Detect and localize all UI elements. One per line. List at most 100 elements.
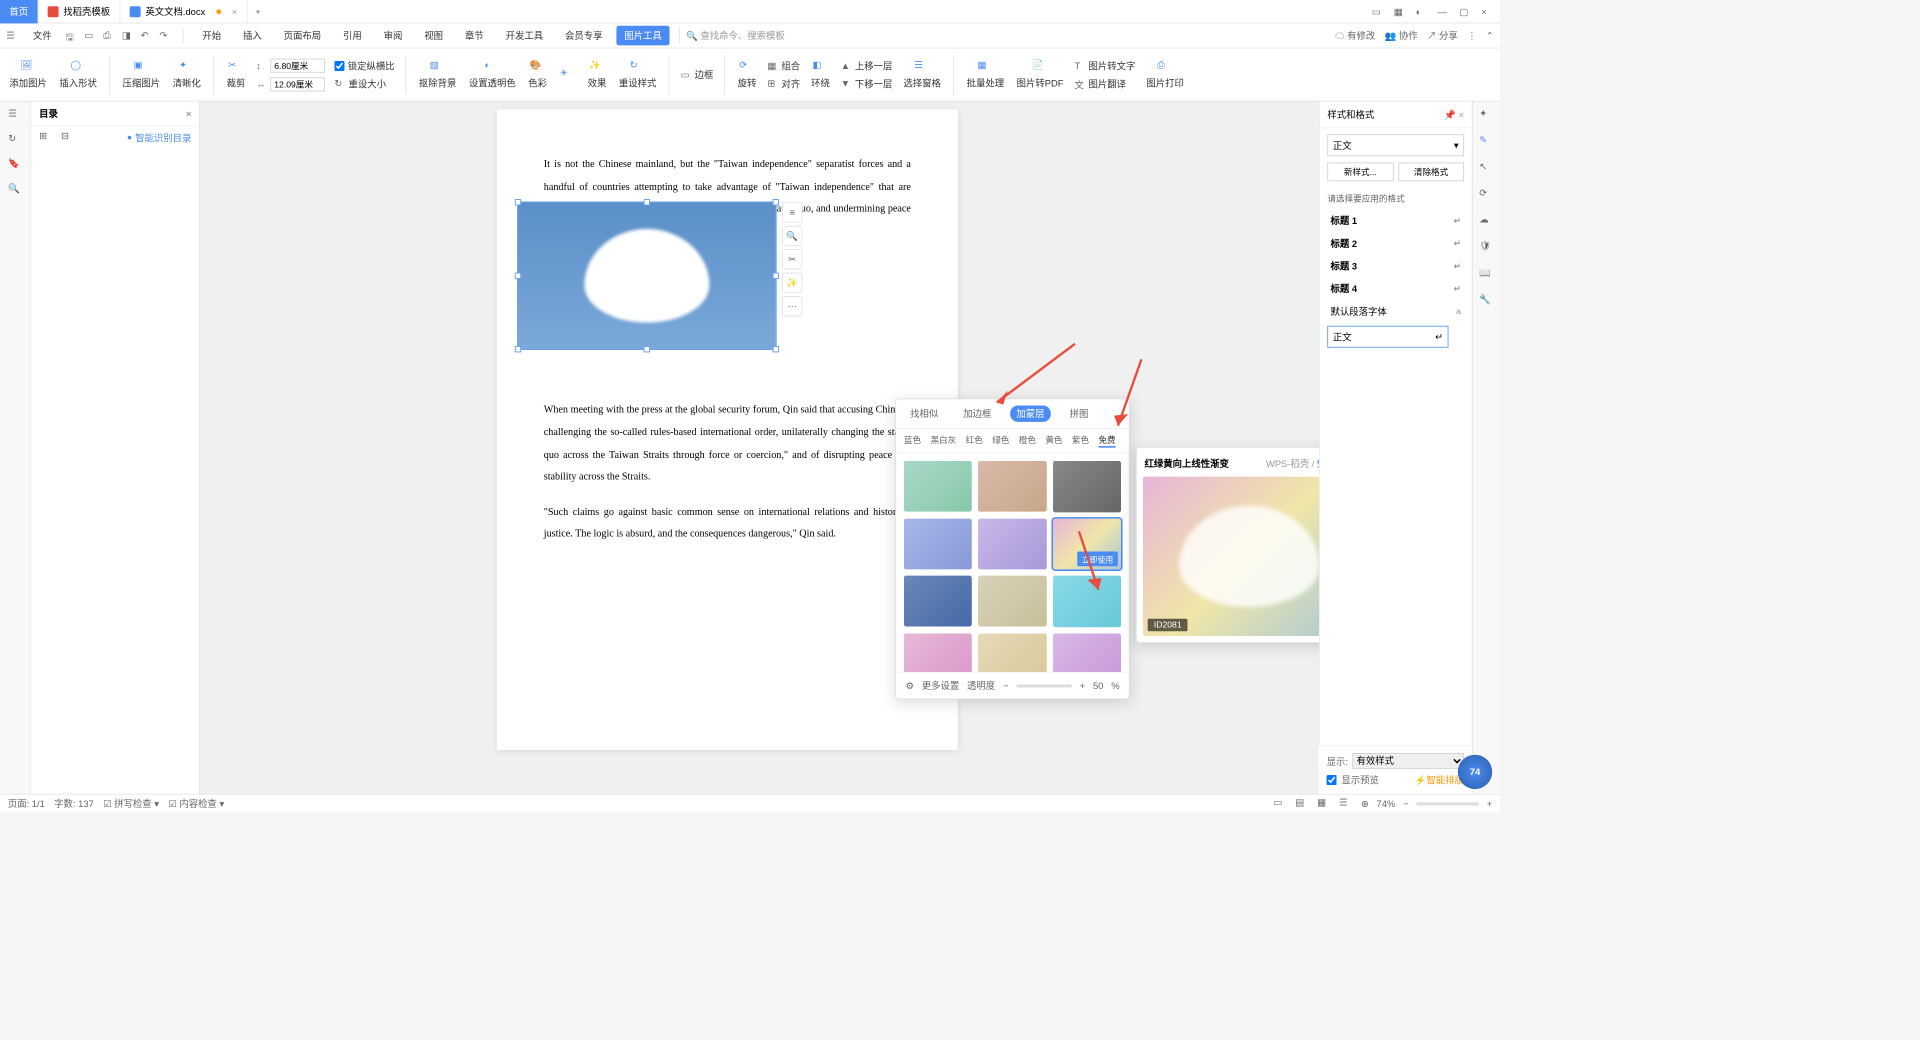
height-input[interactable] [270, 77, 325, 91]
mask-thumb[interactable] [978, 576, 1046, 627]
batch-button[interactable]: ▦批量处理 [963, 58, 1007, 92]
expand-icon[interactable]: ⊞ [39, 130, 53, 144]
tab-collage[interactable]: 拼图 [1063, 405, 1094, 421]
search-command[interactable]: 🔍 查找命令、搜索模板 [679, 27, 791, 43]
track-changes[interactable]: ☁ 有修改 [1335, 29, 1375, 42]
tab-template[interactable]: 找稻壳模板 [38, 0, 120, 23]
selected-image[interactable]: ≡ 🔍 ✂ ✨ ⋯ [517, 202, 776, 350]
tools-icon[interactable]: 🔧 [1479, 294, 1493, 308]
print-icon[interactable]: ⎙ [103, 29, 116, 42]
smart-outline[interactable]: ● 智能识别目录 [127, 131, 192, 144]
tab-similar[interactable]: 找相似 [904, 405, 945, 421]
pin-icon[interactable]: 📌 × [1444, 109, 1464, 120]
color-free[interactable]: 免费 [1098, 434, 1115, 448]
collapse-icon[interactable]: ⌃ [1486, 30, 1494, 41]
menu-review[interactable]: 审阅 [376, 26, 410, 46]
maximize-icon[interactable]: ▢ [1459, 6, 1470, 17]
color-bw[interactable]: 黑白灰 [930, 434, 956, 448]
smart-layout[interactable]: ⚡智能排版 [1415, 773, 1464, 786]
paragraph[interactable]: "Such claims go against basic common sen… [544, 501, 911, 546]
align-button[interactable]: ⊞对齐 [766, 75, 802, 91]
cursor-icon[interactable]: ↖ [1479, 161, 1493, 175]
clarity-button[interactable]: ✦清晰化 [170, 58, 204, 92]
content-check[interactable]: ☑ 内容检查 ▾ [168, 797, 224, 810]
brightness-button[interactable]: ☀ [556, 65, 578, 84]
lock-ratio[interactable]: 锁定纵横比 [333, 57, 396, 73]
outline-mode-icon[interactable]: ☰ [1339, 796, 1353, 810]
menu-ref[interactable]: 引用 [335, 26, 369, 46]
style-h4[interactable]: 标题 4↵ [1327, 277, 1464, 300]
menu-start[interactable]: 开始 [195, 26, 229, 46]
style-h2[interactable]: 标题 2↵ [1327, 232, 1464, 255]
color-button[interactable]: 🎨色彩 [525, 58, 550, 92]
bookmark-icon[interactable]: 🔖 [8, 158, 22, 172]
style-float-icon[interactable]: ✨ [782, 273, 802, 293]
effects-button[interactable]: ✨效果 [584, 58, 609, 92]
clear-format-button[interactable]: 清除格式 [1398, 163, 1464, 182]
pic-translate[interactable]: 文图片翻译 [1073, 75, 1137, 91]
remove-bg-button[interactable]: ▧抠除背景 [416, 58, 460, 92]
menu-section[interactable]: 章节 [457, 26, 491, 46]
show-filter-select[interactable]: 有效样式 [1353, 753, 1464, 769]
speed-badge[interactable]: 74 [1458, 755, 1492, 789]
page-indicator[interactable]: 页面: 1/1 [8, 797, 45, 810]
mask-thumb[interactable] [904, 461, 972, 512]
insert-shape-button[interactable]: ◯插入形状 [56, 58, 100, 92]
color-red[interactable]: 红色 [966, 434, 983, 448]
mask-thumb[interactable] [1053, 633, 1121, 672]
style-default-font[interactable]: 默认段落字体a [1327, 300, 1464, 323]
mask-thumb-selected[interactable]: 立即使用 [1053, 518, 1121, 569]
compress-button[interactable]: ▣压缩图片 [120, 58, 164, 92]
zoom-out-icon[interactable]: − [1403, 798, 1408, 809]
search-icon[interactable]: 🔍 [8, 183, 22, 197]
bring-forward[interactable]: ▲上移一层 [839, 57, 894, 73]
zoom-icon[interactable]: 🔍 [782, 226, 802, 246]
color-purple[interactable]: 紫色 [1072, 434, 1089, 448]
grid-icon[interactable]: ▦ [1394, 6, 1405, 17]
zoom-in-icon[interactable]: + [1487, 798, 1492, 809]
border-button[interactable]: ▭边框 [679, 66, 715, 82]
fit-icon[interactable]: ⊕ [1361, 798, 1369, 809]
selection-pane[interactable]: ☰选择窗格 [900, 58, 944, 92]
sync-icon[interactable]: ⟳ [1479, 188, 1493, 202]
layout-icon[interactable]: ▭ [1372, 6, 1383, 17]
mask-thumb[interactable] [978, 633, 1046, 672]
read-mode-icon[interactable]: ▤ [1295, 796, 1309, 810]
minimize-icon[interactable]: — [1438, 6, 1449, 17]
tab-mask[interactable]: 加蒙层 [1010, 405, 1051, 421]
menu-dev[interactable]: 开发工具 [498, 26, 551, 46]
gear-icon[interactable]: ⚙ [905, 680, 913, 691]
new-icon[interactable]: ▭ [84, 29, 97, 42]
close-icon[interactable]: × [232, 6, 237, 17]
redo-icon[interactable]: ↷ [159, 29, 172, 42]
word-count[interactable]: 字数: 137 [54, 797, 94, 810]
color-orange[interactable]: 橙色 [1019, 434, 1036, 448]
user-icon[interactable]: ◐ [1416, 6, 1427, 17]
shield-icon[interactable]: 🛡 [1479, 241, 1493, 255]
new-style-button[interactable]: 新样式... [1327, 163, 1393, 182]
zoom-level[interactable]: 74% [1377, 798, 1396, 809]
cloud-icon[interactable]: ☁ [1479, 214, 1493, 228]
reset-size[interactable]: ↻重设大小 [333, 75, 396, 91]
color-blue[interactable]: 蓝色 [904, 434, 921, 448]
rotate-button[interactable]: ⟳旋转 [735, 58, 760, 92]
save-icon[interactable]: 🖫 [66, 29, 79, 42]
crop-button[interactable]: ✂裁剪 [223, 58, 248, 92]
tab-home[interactable]: 首页 [0, 0, 38, 23]
more-float-icon[interactable]: ⋯ [782, 296, 802, 316]
tab-border[interactable]: 加边框 [957, 405, 998, 421]
style-body-select[interactable]: 正文↵ [1327, 326, 1448, 348]
layout-options-icon[interactable]: ≡ [782, 202, 802, 222]
document-area[interactable]: It is not the Chinese mainland, but the … [200, 102, 1319, 794]
reset-style-button[interactable]: ↻重设样式 [616, 58, 660, 92]
view-mode-icon[interactable]: ▭ [1273, 796, 1287, 810]
mask-thumb[interactable] [978, 518, 1046, 569]
nav-icon[interactable]: ↻ [8, 133, 22, 147]
mask-thumb[interactable] [1053, 461, 1121, 512]
menu-member[interactable]: 会员专享 [557, 26, 610, 46]
outline-icon[interactable]: ☰ [8, 108, 22, 122]
mask-thumb[interactable] [904, 633, 972, 672]
wrap-button[interactable]: ◧环绕 [808, 58, 833, 92]
minus-icon[interactable]: − [1003, 680, 1008, 691]
undo-icon[interactable]: ↶ [141, 29, 154, 42]
